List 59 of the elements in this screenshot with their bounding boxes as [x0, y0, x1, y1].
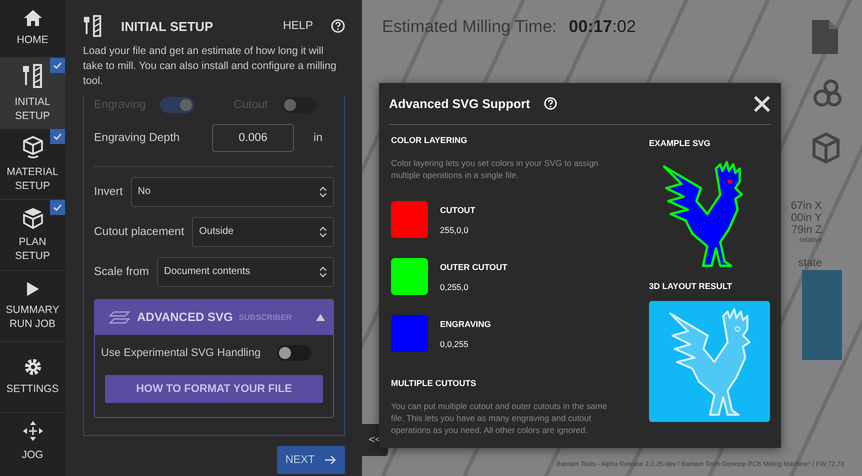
select-field[interactable]: Outside — [192, 216, 334, 247]
settings-icon — [24, 358, 42, 376]
section-title: ADVANCED SVG — [137, 310, 233, 324]
section-text: Color layering lets you set colors in your SVG to assign multiple operations in a single file. — [391, 157, 600, 182]
sidebar-item[interactable]: INITIAL SETUP — [0, 58, 65, 129]
tools-icon — [83, 14, 103, 38]
stepper-icon — [319, 266, 327, 278]
arrow-icon — [324, 454, 337, 465]
format-help-button[interactable]: HOW TO FORMAT YOUR FILE — [105, 374, 323, 403]
panel-description: Load your file and get an estimate of how long it will take to mill. You can also install and configure a milling tool. — [83, 44, 338, 90]
home-icon — [22, 9, 42, 28]
field-label: Engraving Depth — [94, 132, 180, 144]
help-icon[interactable] — [331, 19, 345, 33]
file-icon[interactable] — [812, 20, 838, 54]
dialog-title: Advanced SVG Support — [389, 96, 530, 110]
section-heading: MULTIPLE CUTOUTS — [391, 378, 478, 388]
section-text: You can put multiple cutout and outer cutouts in the same file. This lets you have as many engraving and cutout operations as you need. All other colors are ignored. — [391, 400, 608, 437]
caret-icon — [316, 314, 325, 321]
readout-text: 00in Y — [791, 212, 822, 224]
swatch-value: 0,255,0 — [440, 282, 470, 292]
section-heading: EXAMPLE SVG — [649, 138, 710, 148]
sidebar-item[interactable]: JOG — [0, 413, 65, 469]
close-icon[interactable] — [753, 94, 771, 112]
cube-icon — [22, 134, 44, 159]
readout-text: 79in Z — [791, 224, 822, 236]
readout-text: state — [798, 257, 822, 269]
section-heading: 3D LAYOUT RESULT — [649, 281, 732, 291]
box-icon — [22, 206, 44, 229]
circles-icon[interactable] — [812, 78, 842, 108]
play-icon — [26, 280, 40, 297]
field-label: Cutout placement — [94, 226, 184, 238]
depth-input[interactable]: 0.006 — [212, 124, 294, 152]
swatch-value: 0,0,255 — [440, 338, 470, 349]
estimate-time: 00:17:02 — [568, 17, 636, 37]
next-button[interactable]: NEXT — [277, 446, 345, 474]
help-link[interactable]: HELP — [282, 20, 313, 32]
stepper-icon — [319, 226, 327, 238]
move-icon — [22, 420, 44, 442]
swatch-name: CUTOUT — [440, 204, 476, 215]
toggle-label: Use Experimental SVG Handling — [101, 346, 261, 359]
section-heading: COLOR LAYERING — [391, 135, 468, 145]
toggle-switch[interactable] — [282, 96, 316, 113]
field-label: Scale from — [94, 266, 149, 278]
box-icon[interactable] — [812, 132, 840, 164]
stepper-icon — [319, 186, 327, 198]
swatch-name: ENGRAVING — [440, 318, 491, 329]
tools-icon — [22, 62, 44, 89]
readout-text: 67in X — [790, 200, 822, 212]
select-field[interactable]: Document contents — [156, 256, 334, 287]
layers-icon — [109, 310, 131, 324]
unit-label: in — [312, 132, 324, 144]
swatch-value: 255,0,0 — [440, 224, 470, 235]
swatch-name: OUTER CUTOUT — [440, 262, 508, 272]
field-label: Invert — [94, 186, 123, 198]
estimate-label: Estimated Milling Time: — [382, 17, 557, 37]
toggle-switch[interactable] — [276, 344, 311, 361]
panel-title: INITIAL SETUP — [121, 18, 214, 34]
toggle-switch[interactable] — [160, 96, 194, 113]
select-field[interactable]: No — [130, 176, 334, 207]
